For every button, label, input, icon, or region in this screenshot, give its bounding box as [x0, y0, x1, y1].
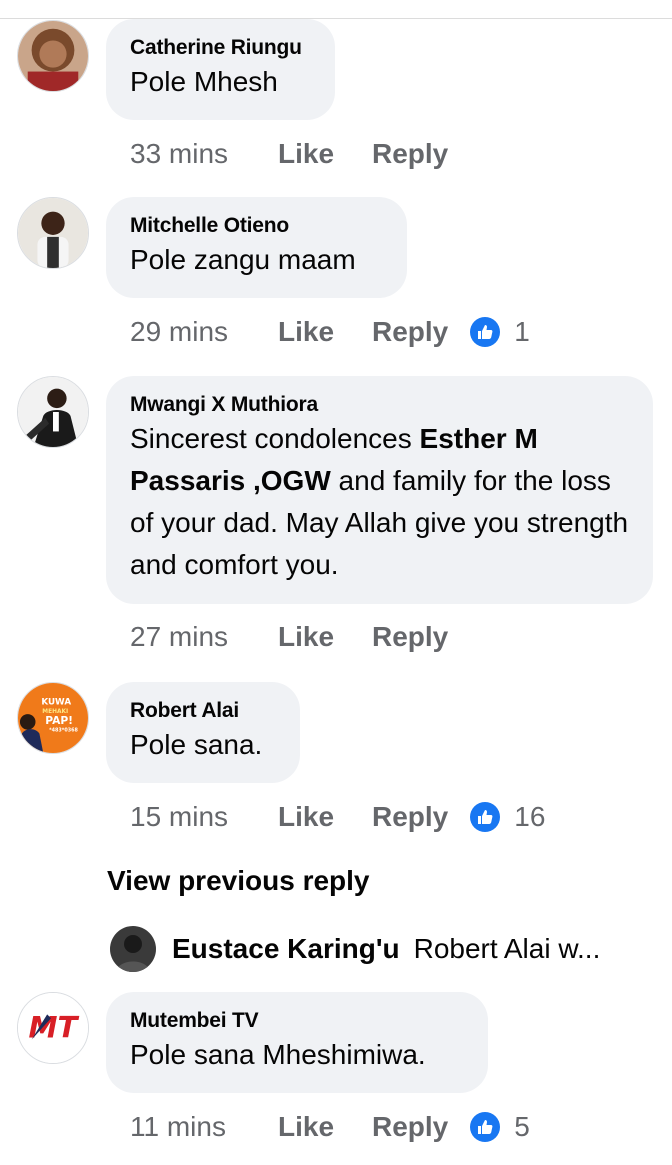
avatar-text: MT	[29, 1011, 80, 1045]
avatar[interactable]	[17, 376, 89, 448]
comment-text: Pole sana Mheshimiwa.	[130, 1039, 426, 1070]
comment-actions: 15 mins Like Reply 16	[130, 800, 545, 834]
reply-button[interactable]: Reply	[372, 1110, 448, 1144]
avatar[interactable]	[17, 20, 89, 92]
avatar-image	[18, 377, 88, 447]
like-thumb-icon	[470, 1112, 501, 1142]
like-button[interactable]: Like	[278, 800, 372, 834]
comment-author[interactable]: Mwangi X Muthiora	[130, 392, 629, 418]
view-previous-reply-link[interactable]: View previous reply	[107, 864, 370, 898]
reply-button[interactable]: Reply	[372, 315, 448, 349]
reaction-count[interactable]: 1	[470, 315, 530, 349]
reaction-count-value: 5	[514, 1111, 530, 1142]
avatar[interactable]: KUWA MEHAKI PAP! *483*0368	[17, 682, 89, 754]
comment-actions: 27 mins Like Reply	[130, 620, 470, 654]
comment-bubble: Robert Alai Pole sana.	[106, 682, 300, 783]
comment-bubble: Catherine Riungu Pole Mhesh	[106, 19, 335, 120]
comment-timestamp[interactable]: 11 mins	[130, 1110, 278, 1144]
reaction-count-value: 16	[514, 801, 546, 832]
comment-text-part: Sincerest condolences	[130, 423, 420, 454]
reaction-count[interactable]: 16	[470, 800, 545, 834]
comment-actions: 29 mins Like Reply 1	[130, 315, 530, 349]
avatar[interactable]: MT	[17, 992, 89, 1064]
like-button[interactable]: Like	[278, 137, 372, 171]
comment-timestamp[interactable]: 15 mins	[130, 800, 278, 834]
avatar-image	[18, 198, 88, 268]
avatar-image: KUWA MEHAKI PAP! *483*0368	[18, 683, 88, 753]
avatar[interactable]	[17, 197, 89, 269]
avatar-image: MT	[18, 993, 88, 1063]
avatar-text: PAP!	[45, 714, 73, 727]
avatar-image	[18, 21, 88, 91]
reply-preview[interactable]: Eustace Karing'u Robert Alai w...	[110, 926, 650, 972]
like-thumb-icon	[470, 802, 501, 832]
comment-bubble: Mutembei TV Pole sana Mheshimiwa.	[106, 992, 488, 1093]
comment-author[interactable]: Mitchelle Otieno	[130, 213, 383, 239]
reply-button[interactable]: Reply	[372, 137, 448, 171]
reply-button[interactable]: Reply	[372, 800, 448, 834]
comment-author[interactable]: Catherine Riungu	[130, 35, 311, 61]
comment-text: Pole Mhesh	[130, 66, 278, 97]
comment-bubble: Mitchelle Otieno Pole zangu maam	[106, 197, 407, 298]
avatar[interactable]	[110, 926, 156, 972]
reaction-count-value: 1	[514, 316, 530, 347]
reply-button[interactable]: Reply	[372, 620, 448, 654]
comment-text: Sincerest condolences Esther M Passaris …	[130, 418, 629, 586]
reaction-count[interactable]: 5	[470, 1110, 530, 1144]
like-button[interactable]: Like	[278, 1110, 372, 1144]
comment-author[interactable]: Robert Alai	[130, 698, 276, 724]
avatar-image	[110, 926, 156, 972]
comment-timestamp[interactable]: 27 mins	[130, 620, 278, 654]
avatar-text: KUWA	[41, 697, 71, 707]
comment-timestamp[interactable]: 29 mins	[130, 315, 278, 349]
comment-timestamp[interactable]: 33 mins	[130, 137, 278, 171]
comment-author[interactable]: Mutembei TV	[130, 1008, 464, 1034]
comment-bubble: Mwangi X Muthiora Sincerest condolences …	[106, 376, 653, 604]
reply-text-preview: Robert Alai w...	[413, 933, 601, 964]
like-button[interactable]: Like	[278, 620, 372, 654]
avatar-text: *483*0368	[49, 728, 78, 734]
like-thumb-icon	[470, 317, 501, 347]
comment-text: Pole sana.	[130, 729, 263, 760]
reply-author[interactable]: Eustace Karing'u	[172, 933, 400, 965]
comment-text: Pole zangu maam	[130, 244, 356, 275]
top-divider	[0, 18, 672, 19]
like-button[interactable]: Like	[278, 315, 372, 349]
comment-actions: 33 mins Like Reply	[130, 137, 470, 171]
comment-actions: 11 mins Like Reply 5	[130, 1110, 530, 1144]
